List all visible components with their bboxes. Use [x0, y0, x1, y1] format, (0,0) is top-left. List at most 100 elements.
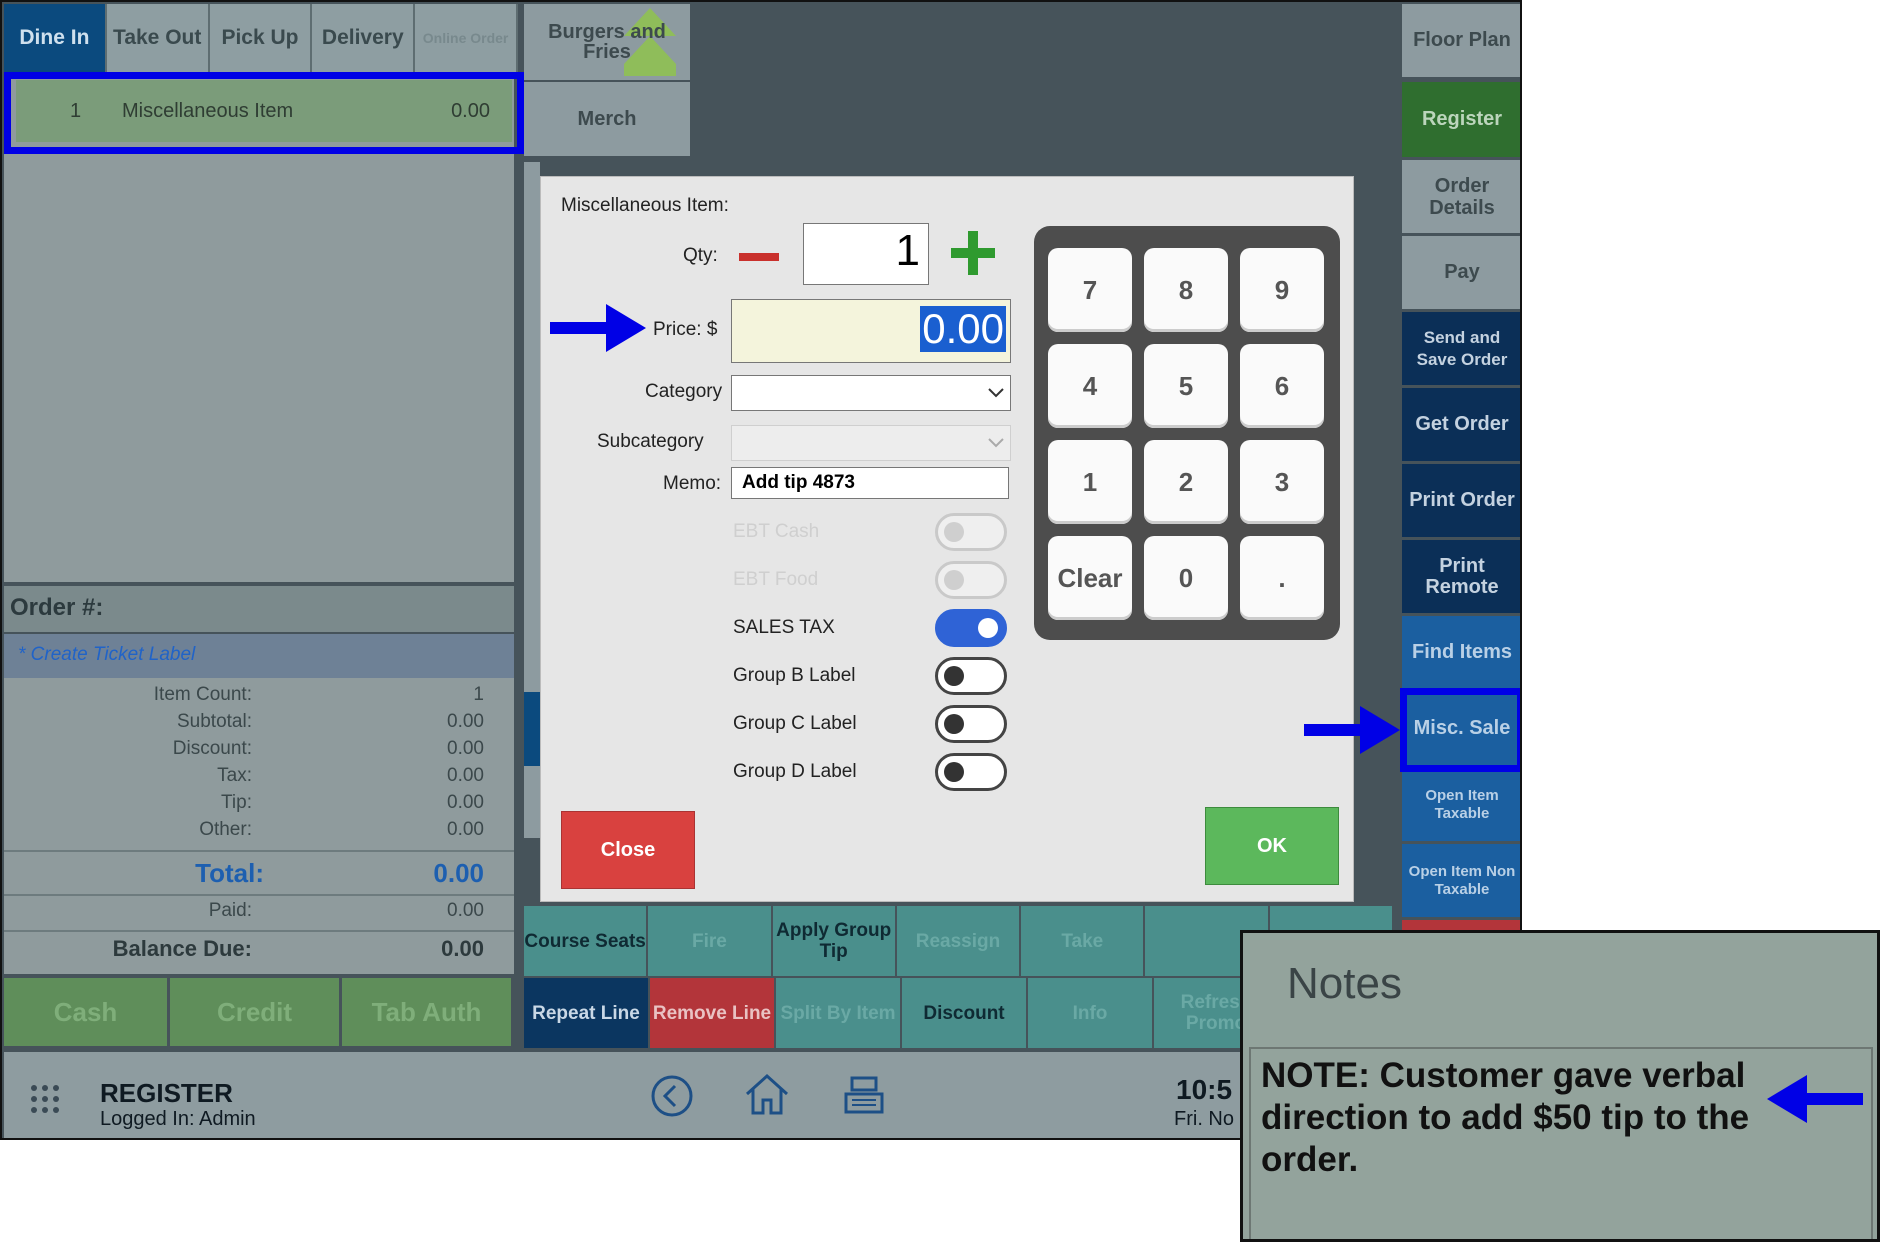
dialog-title: Miscellaneous Item:: [561, 195, 729, 216]
ok-button[interactable]: OK: [1205, 807, 1339, 885]
apply-group-tip-button[interactable]: Apply Group Tip: [772, 906, 897, 976]
key-7[interactable]: 7: [1048, 248, 1132, 332]
key-3[interactable]: 3: [1240, 440, 1324, 524]
notes-title: Notes: [1287, 959, 1402, 1008]
discount-row: Discount: 0.00: [172, 738, 484, 759]
open-item-non-taxable-button[interactable]: Open Item Non Taxable: [1402, 844, 1520, 920]
tax-row: Tax: 0.00: [217, 765, 484, 786]
cash-register-icon[interactable]: [842, 1072, 886, 1116]
other-row: Other: 0.00: [199, 819, 484, 840]
ebt-cash-toggle[interactable]: [935, 513, 1007, 551]
group-b-label: Group B Label: [733, 665, 856, 686]
credit-button[interactable]: Credit: [170, 978, 342, 1046]
annotation-arrow-notes: [1767, 1075, 1863, 1123]
tab-auth-button[interactable]: Tab Auth: [342, 978, 514, 1046]
tab-delivery[interactable]: Delivery: [312, 4, 416, 72]
logged-in-user: Logged In: Admin: [100, 1108, 256, 1130]
find-items-button[interactable]: Find Items: [1402, 616, 1520, 692]
fire-button[interactable]: Fire: [648, 906, 773, 976]
tip-row: Tip: 0.00: [221, 792, 484, 813]
sales-tax-label: SALES TAX: [733, 617, 835, 638]
price-label: Price: $: [653, 319, 718, 340]
order-totals: Item Count: 1 Subtotal: 0.00 Discount: 0.00…: [4, 678, 514, 974]
category-merch[interactable]: Merch: [524, 82, 690, 156]
discount-button[interactable]: Discount: [902, 978, 1028, 1048]
key-0[interactable]: 0: [1144, 536, 1228, 620]
annotation-arrow-misc-sale: [1304, 706, 1400, 754]
pay-button[interactable]: Pay: [1402, 236, 1520, 312]
qty-input[interactable]: 1: [803, 223, 929, 285]
tab-take-out[interactable]: Take Out: [106, 4, 210, 72]
total-row: Total: 0.00: [195, 858, 484, 888]
subcategory-select[interactable]: [731, 425, 1011, 461]
chevron-down-icon: [988, 438, 1004, 448]
notes-text: NOTE: Customer gave verbal direction to …: [1261, 1056, 1750, 1179]
group-d-label: Group D Label: [733, 761, 857, 782]
qty-plus-icon[interactable]: [949, 229, 997, 277]
create-ticket-label-link[interactable]: * Create Ticket Label: [4, 634, 514, 678]
repeat-line-button[interactable]: Repeat Line: [524, 978, 650, 1048]
key-8[interactable]: 8: [1144, 248, 1228, 332]
memo-input[interactable]: Add tip 4873: [731, 467, 1009, 499]
group-b-toggle[interactable]: [935, 657, 1007, 695]
register-button[interactable]: Register: [1402, 82, 1520, 160]
tab-pick-up[interactable]: Pick Up: [209, 4, 313, 72]
floor-plan-button[interactable]: Floor Plan: [1402, 4, 1520, 80]
info-button[interactable]: Info: [1028, 978, 1154, 1048]
category-label: Burgers and Fries: [548, 21, 666, 63]
key-5[interactable]: 5: [1144, 344, 1228, 428]
paid-row: Paid: 0.00: [208, 900, 484, 921]
remove-line-button[interactable]: Remove Line: [650, 978, 776, 1048]
apps-grid-icon[interactable]: [30, 1084, 60, 1114]
clock-time: 10:5: [1176, 1074, 1233, 1105]
divider: [4, 894, 514, 896]
subcategory-label: Subcategory: [597, 431, 704, 452]
course-seats-button[interactable]: Course Seats: [524, 906, 649, 976]
print-order-button[interactable]: Print Order: [1402, 464, 1520, 540]
numeric-keypad: 7 8 9 4 5 6 1 2 3 Clear 0 .: [1034, 226, 1340, 640]
open-item-taxable-button[interactable]: Open Item Taxable: [1402, 768, 1520, 844]
category-label: Category: [645, 381, 723, 402]
close-button[interactable]: Close: [561, 811, 695, 889]
key-2[interactable]: 2: [1144, 440, 1228, 524]
divider: [4, 850, 514, 852]
key-6[interactable]: 6: [1240, 344, 1324, 428]
key-4[interactable]: 4: [1048, 344, 1132, 428]
ebt-food-toggle[interactable]: [935, 561, 1007, 599]
key-1[interactable]: 1: [1048, 440, 1132, 524]
group-c-label: Group C Label: [733, 713, 857, 734]
annotation-highlight-misc-sale: [1400, 688, 1520, 772]
split-by-item-button[interactable]: Split By Item: [776, 978, 902, 1048]
tab-dine-in[interactable]: Dine In: [4, 4, 107, 72]
chevron-down-icon: [988, 388, 1004, 398]
price-value-selected: 0.00: [920, 305, 1006, 352]
qty-minus-icon[interactable]: [739, 253, 779, 261]
sales-tax-toggle[interactable]: [935, 609, 1007, 647]
order-details-button[interactable]: Order Details: [1402, 160, 1520, 236]
annotation-highlight-line: [4, 72, 524, 154]
notes-panel: Notes NOTE: Customer gave verbal directi…: [1240, 930, 1880, 1242]
reassign-button[interactable]: Reassign: [896, 906, 1022, 976]
home-icon[interactable]: [744, 1072, 790, 1116]
order-type-tabs: Dine In Take Out Pick Up Delivery Online…: [4, 4, 518, 72]
take-button[interactable]: Take: [1021, 906, 1146, 976]
send-and-save-order-button[interactable]: Send and Save Order: [1402, 312, 1520, 388]
divider: [4, 930, 514, 932]
category-selected-edge: [524, 692, 540, 766]
key-decimal[interactable]: .: [1240, 536, 1324, 620]
print-remote-button[interactable]: Print Remote: [1402, 540, 1520, 616]
item-count-row: Item Count: 1: [153, 684, 484, 705]
balance-due-row: Balance Due: 0.00: [112, 936, 484, 961]
price-input[interactable]: 0.00: [731, 299, 1011, 363]
qty-label: Qty:: [683, 245, 718, 266]
cash-button[interactable]: Cash: [4, 978, 170, 1046]
group-d-toggle[interactable]: [935, 753, 1007, 791]
back-icon[interactable]: [650, 1074, 694, 1118]
category-select[interactable]: [731, 375, 1011, 411]
group-c-toggle[interactable]: [935, 705, 1007, 743]
key-9[interactable]: 9: [1240, 248, 1324, 332]
key-clear[interactable]: Clear: [1048, 536, 1132, 620]
tab-online-order[interactable]: Online Order: [415, 4, 518, 72]
category-burgers-and-fries[interactable]: Burgers and Fries: [524, 4, 690, 80]
get-order-button[interactable]: Get Order: [1402, 388, 1520, 464]
